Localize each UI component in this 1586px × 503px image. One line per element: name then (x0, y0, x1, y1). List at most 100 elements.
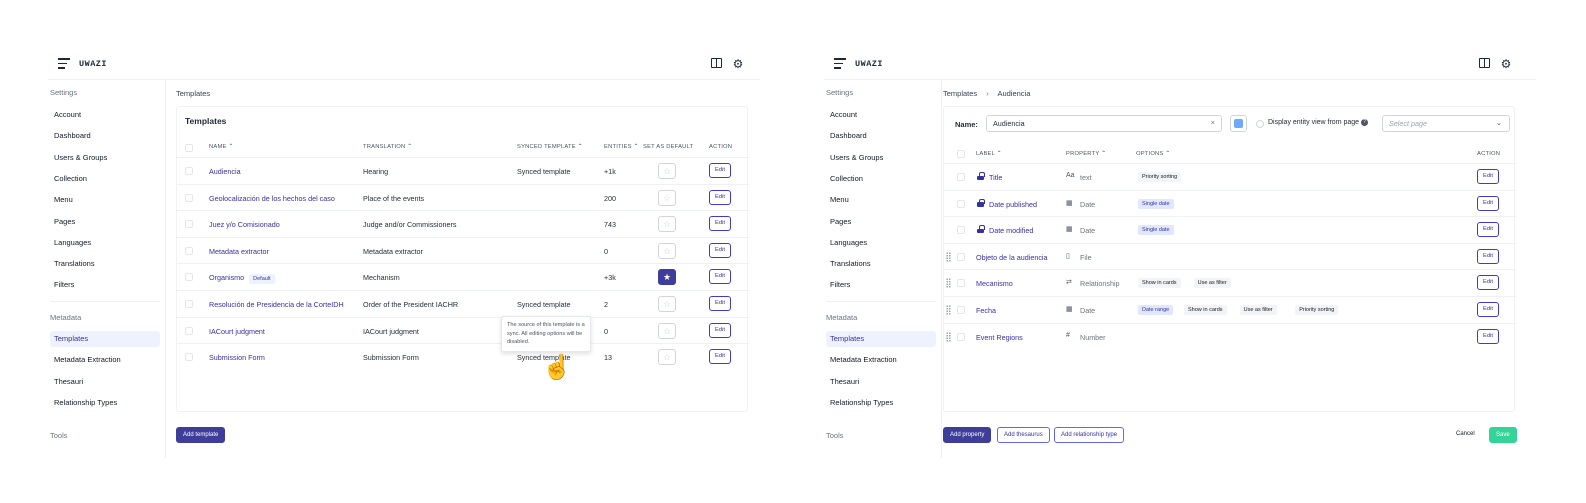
drag-handle-icon[interactable] (946, 251, 951, 262)
edit-button[interactable]: Edit (709, 296, 731, 311)
sidebar-item-translations[interactable]: Translations (50, 256, 160, 272)
row-checkbox[interactable] (957, 306, 965, 314)
row-checkbox[interactable] (185, 167, 193, 175)
edit-button[interactable]: Edit (709, 269, 731, 285)
sidebar-item-dashboard[interactable]: Dashboard (50, 128, 160, 144)
row-checkbox[interactable] (185, 246, 193, 255)
breadcrumb[interactable]: Templates (176, 89, 210, 98)
sidebar-item-collection[interactable]: Collection (826, 171, 936, 187)
sidebar-item-templates[interactable]: Templates (50, 331, 160, 347)
template-name-link[interactable]: Metadata extractor (209, 247, 269, 256)
column-label[interactable]: LABEL ⌃ (976, 151, 1002, 157)
template-name-link[interactable]: Audiencia (209, 167, 241, 176)
sidebar-item-thesauri[interactable]: Thesauri (50, 374, 160, 390)
menu-icon[interactable] (58, 58, 70, 72)
row-checkbox[interactable] (957, 199, 965, 208)
property-label[interactable]: Date published (989, 200, 1037, 209)
select-all-checkbox[interactable] (957, 150, 965, 158)
menu-icon[interactable] (834, 58, 846, 72)
book-icon[interactable] (1478, 57, 1490, 69)
sidebar-item-menu[interactable]: Menu (50, 192, 160, 208)
sidebar-item-thesauri[interactable]: Thesauri (826, 374, 936, 390)
template-name-link[interactable]: Resolución de Presidencia de la CorteIDH (209, 300, 344, 309)
property-label[interactable]: Date modified (989, 226, 1033, 235)
sidebar-item-users-groups[interactable]: Users & Groups (50, 150, 160, 166)
gear-icon[interactable]: ⚙ (1500, 58, 1512, 70)
edit-button[interactable]: Edit (709, 349, 731, 365)
column-options[interactable]: OPTIONS ⌃ (1136, 151, 1170, 157)
name-input[interactable]: Audiencia × (986, 115, 1222, 132)
clear-icon[interactable]: × (1211, 118, 1215, 127)
sidebar-item-metadata-extraction[interactable]: Metadata Extraction (826, 352, 936, 368)
template-name-link[interactable]: Organismo Default (209, 273, 275, 285)
sidebar-item-pages[interactable]: Pages (826, 214, 936, 230)
column-synced[interactable]: SYNCED TEMPLATE ⌃ (517, 144, 583, 150)
edit-button[interactable]: Edit (709, 322, 731, 338)
set-default-star-icon[interactable]: ☆ (658, 163, 676, 179)
sidebar-item-pages[interactable]: Pages (50, 214, 160, 230)
set-default-star-icon[interactable]: ☆ (658, 216, 676, 233)
color-picker[interactable] (1230, 115, 1247, 132)
add-thesaurus-button[interactable]: Add thesaurus (997, 427, 1050, 443)
display-entity-toggle[interactable] (1256, 120, 1264, 128)
property-label[interactable]: Fecha (976, 306, 996, 315)
sidebar-item-filters[interactable]: Filters (826, 277, 936, 293)
set-default-star-icon[interactable]: ☆ (658, 296, 676, 312)
column-translation[interactable]: TRANSLATION ⌃ (363, 144, 412, 150)
sidebar-item-menu[interactable]: Menu (826, 192, 936, 208)
column-entities[interactable]: ENTITIES ⌃ (604, 144, 639, 150)
add-relationship-type-button[interactable]: Add relationship type (1054, 427, 1125, 443)
row-checkbox[interactable] (957, 173, 965, 181)
set-default-star-icon[interactable]: ☆ (658, 322, 676, 339)
template-name-link[interactable]: Submission Form (209, 353, 265, 362)
row-checkbox[interactable] (185, 193, 193, 202)
property-label[interactable]: Title (989, 173, 1002, 182)
edit-button[interactable]: Edit (1477, 328, 1499, 344)
property-label[interactable]: Mecanismo (976, 279, 1013, 288)
add-property-button[interactable]: Add property (943, 427, 992, 443)
sidebar-item-metadata-extraction[interactable]: Metadata Extraction (50, 352, 160, 368)
drag-handle-icon[interactable] (946, 305, 951, 315)
row-checkbox[interactable] (957, 226, 965, 235)
set-default-star-icon[interactable]: ☆ (658, 242, 676, 259)
sidebar-item-translations[interactable]: Translations (826, 256, 936, 272)
column-property[interactable]: PROPERTY ⌃ (1066, 151, 1106, 157)
sidebar-item-languages[interactable]: Languages (826, 235, 936, 251)
save-button[interactable]: Save (1489, 427, 1517, 443)
column-name[interactable]: NAME ⌃ (209, 144, 233, 150)
add-template-button[interactable]: Add template (176, 427, 226, 443)
edit-button[interactable]: Edit (1477, 169, 1499, 184)
row-checkbox[interactable] (185, 273, 193, 282)
book-icon[interactable] (710, 57, 722, 69)
row-checkbox[interactable] (957, 332, 965, 341)
row-checkbox[interactable] (185, 220, 193, 229)
property-label[interactable]: Event Regions (976, 333, 1023, 342)
sidebar-item-relationship-types[interactable]: Relationship Types (50, 395, 160, 411)
cancel-button[interactable]: Cancel (1450, 427, 1481, 443)
gear-icon[interactable]: ⚙ (732, 58, 744, 70)
edit-button[interactable]: Edit (709, 163, 731, 178)
drag-handle-icon[interactable] (946, 331, 951, 342)
select-all-checkbox[interactable] (185, 144, 193, 152)
edit-button[interactable]: Edit (1477, 195, 1499, 211)
template-name-link[interactable]: Juez y/o Comisionado (209, 220, 280, 229)
drag-handle-icon[interactable] (946, 278, 951, 289)
row-checkbox[interactable] (957, 252, 965, 261)
page-select[interactable]: Select page ⌄ (1382, 115, 1510, 132)
row-checkbox[interactable] (185, 326, 193, 335)
set-default-star-icon[interactable]: ☆ (658, 189, 676, 206)
sidebar-item-filters[interactable]: Filters (50, 277, 160, 293)
sidebar-item-templates[interactable]: Templates (826, 331, 936, 347)
edit-button[interactable]: Edit (1477, 222, 1499, 238)
template-name-link[interactable]: Geolocalización de los hechos del caso (209, 194, 335, 203)
breadcrumb-templates[interactable]: Templates (943, 89, 977, 98)
help-icon[interactable]: ? (1361, 119, 1369, 126)
sidebar-item-dashboard[interactable]: Dashboard (826, 128, 936, 144)
edit-button[interactable]: Edit (1477, 302, 1499, 317)
edit-button[interactable]: Edit (1477, 248, 1499, 264)
sidebar-item-collection[interactable]: Collection (50, 171, 160, 187)
row-checkbox[interactable] (185, 300, 193, 308)
sidebar-item-languages[interactable]: Languages (50, 235, 160, 251)
property-label[interactable]: Objeto de la audiencia (976, 253, 1048, 262)
edit-button[interactable]: Edit (709, 216, 731, 232)
